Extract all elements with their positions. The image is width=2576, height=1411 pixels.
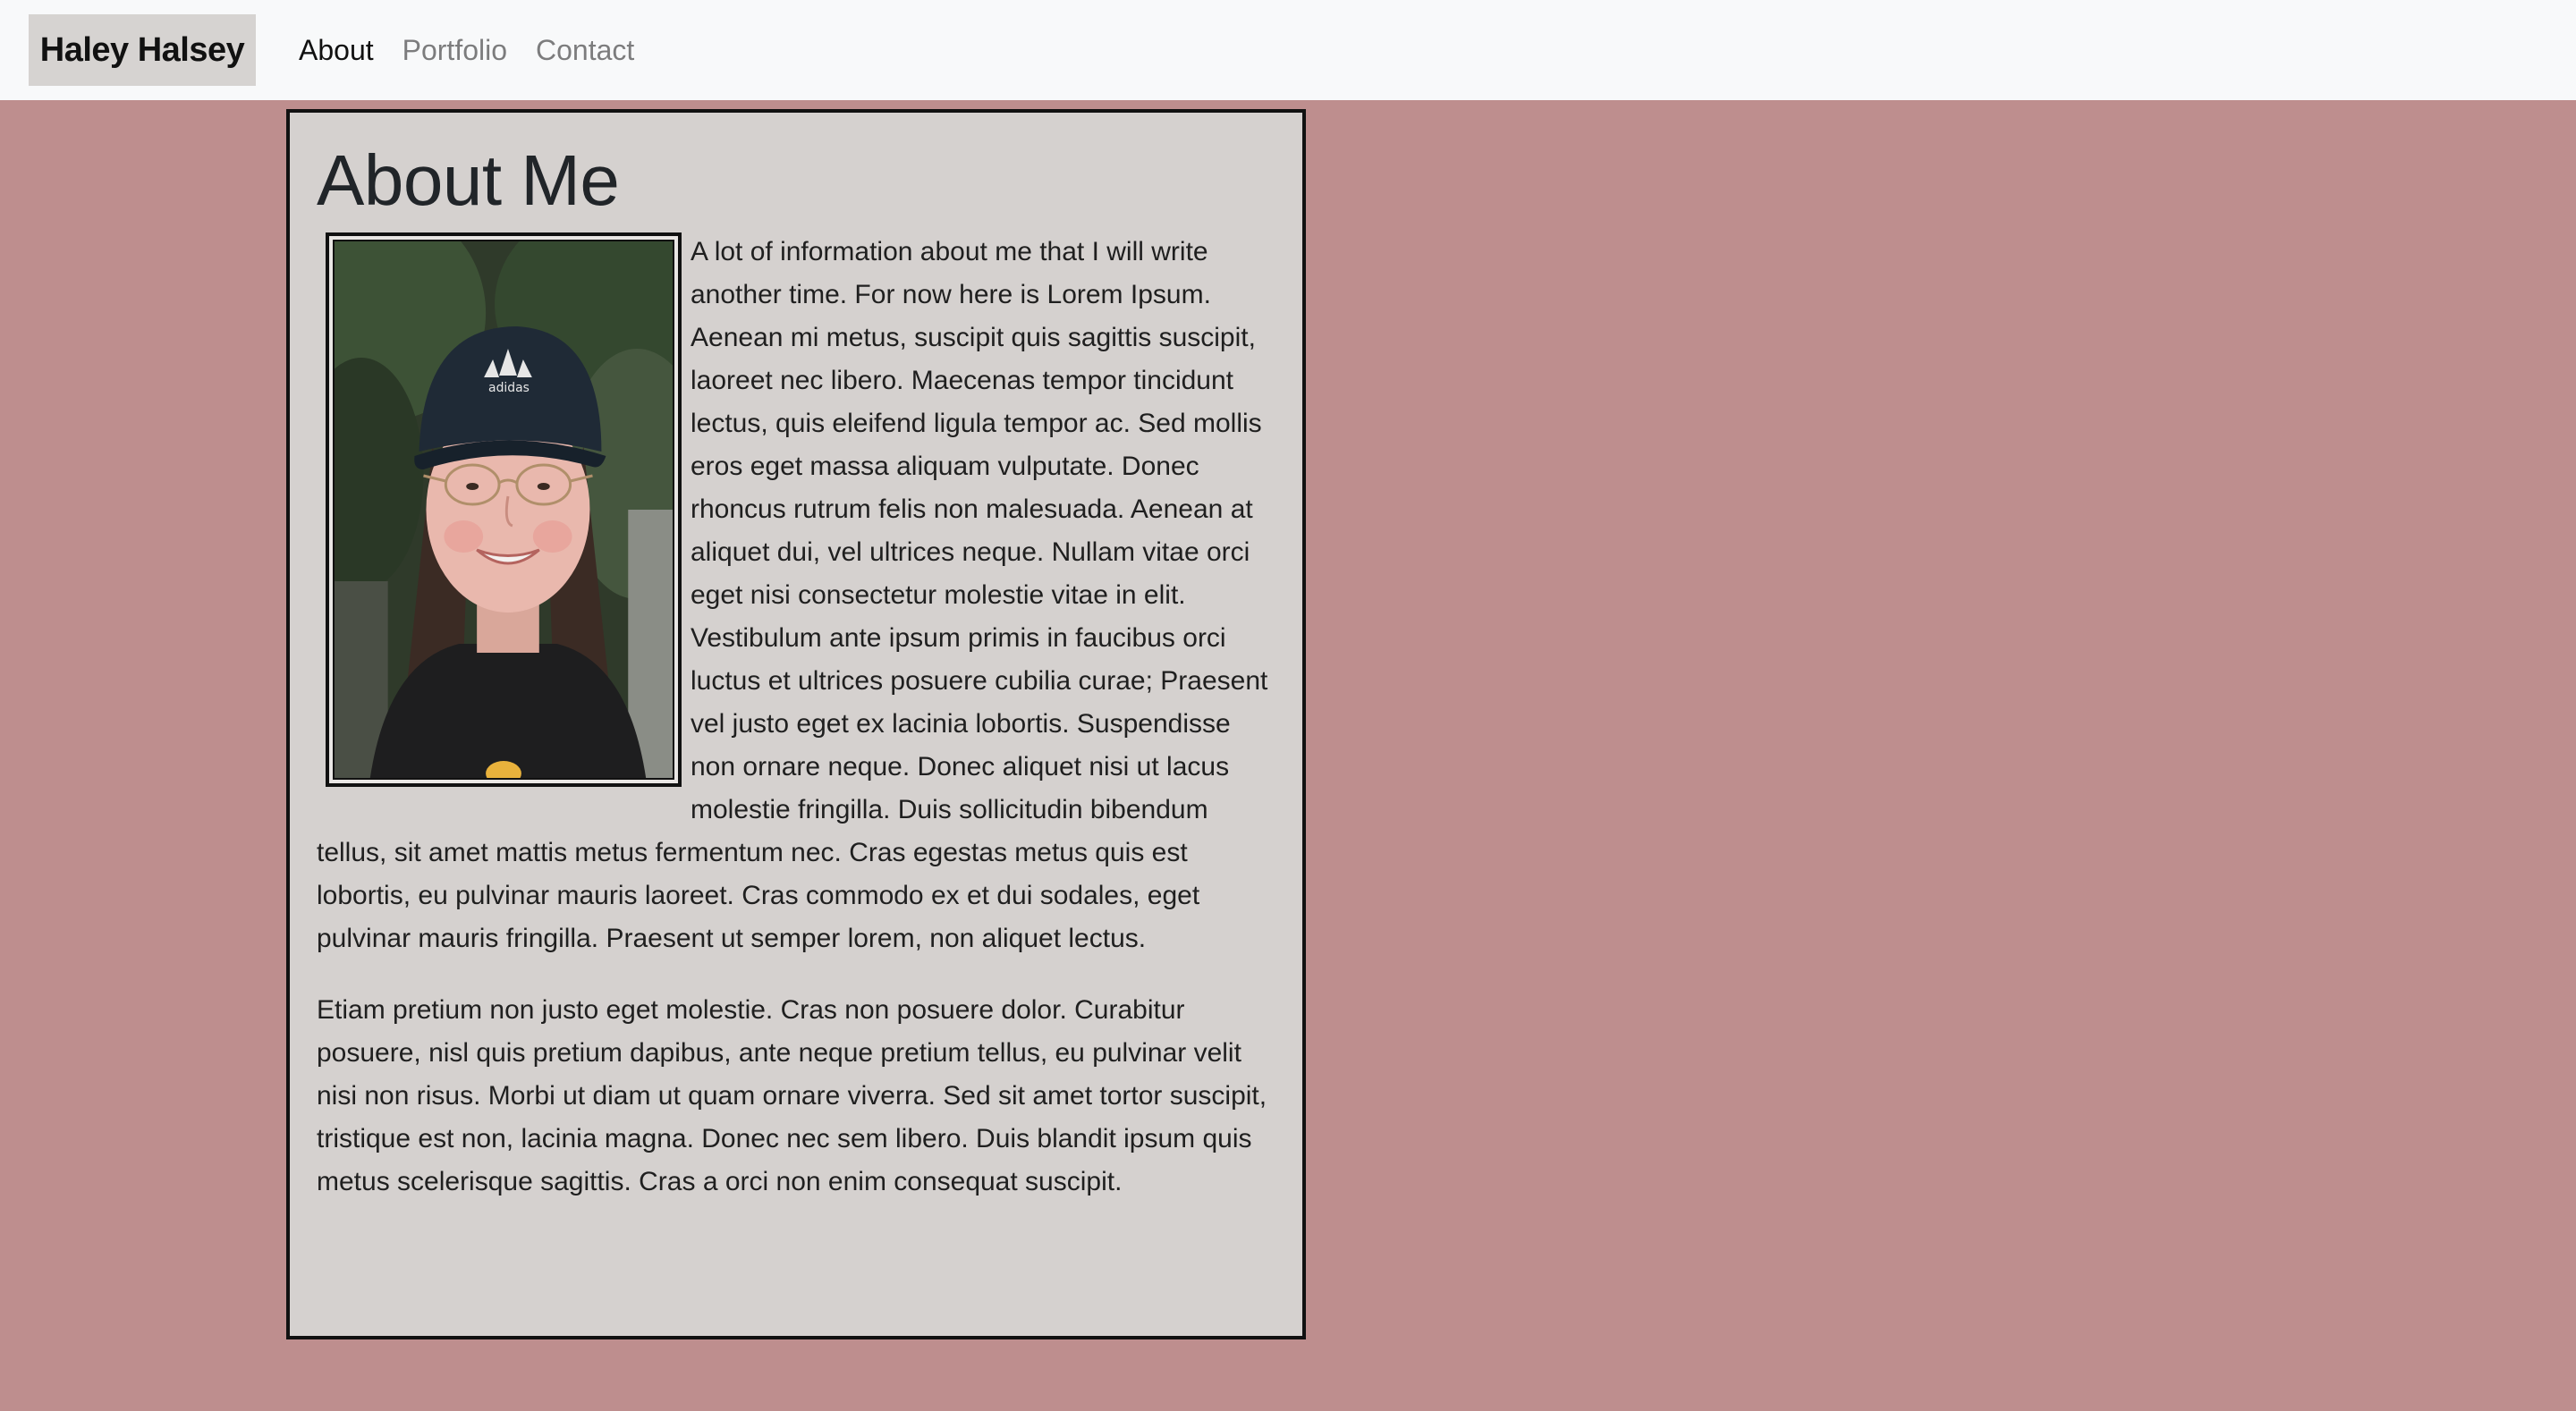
about-paragraph-2: Etiam pretium non justo eget molestie. C… [317,995,1267,1196]
navbar: Haley Halsey About Portfolio Contact [0,0,2576,100]
profile-photo: adidas [333,240,674,780]
nav-link-contact[interactable]: Contact [536,34,634,67]
brand-link[interactable]: Haley Halsey [29,14,256,86]
about-card: About Me adidas A lot of information abo… [286,109,1306,1339]
nav-link-about[interactable]: About [299,34,374,67]
nav-links: About Portfolio Contact [299,25,634,75]
svg-text:adidas: adidas [488,381,530,395]
profile-photo-frame: adidas [326,232,682,787]
nav-link-portfolio[interactable]: Portfolio [402,34,507,67]
page-title: About Me [317,140,620,220]
